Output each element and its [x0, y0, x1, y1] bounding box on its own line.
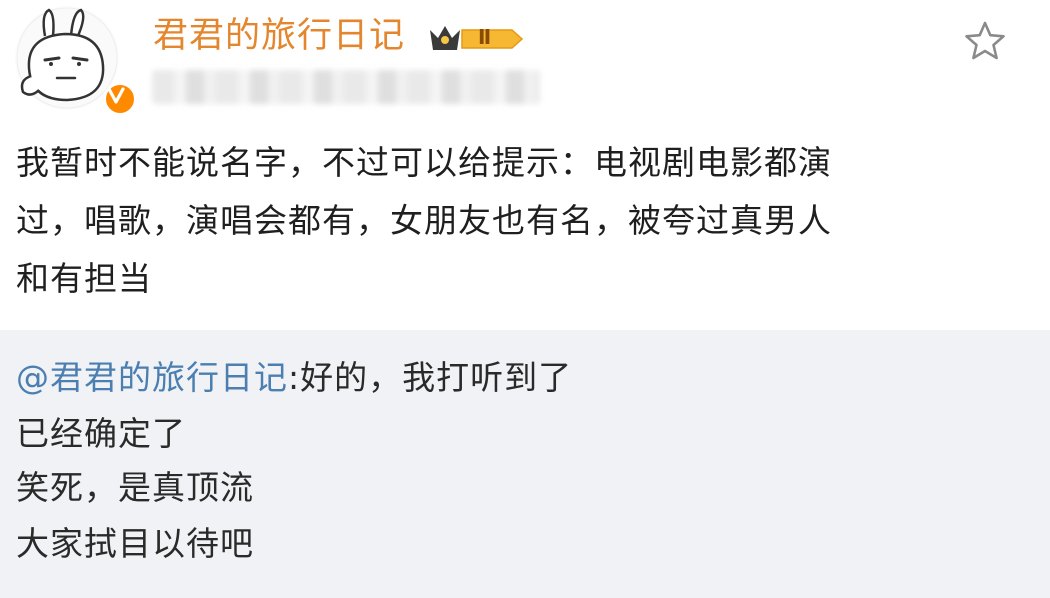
- reply-line-2: 已经确定了: [16, 414, 186, 453]
- vip-crown-badge[interactable]: Ⅱ: [428, 22, 524, 56]
- reply-quote-box: @君君的旅行日记:好的，我打听到了 已经确定了 笑死，是真顶流 大家拭目以待吧: [0, 330, 1050, 598]
- vip-level-text: Ⅱ: [478, 25, 492, 49]
- reply-line-4: 大家拭目以待吧: [16, 524, 254, 563]
- reply-line-1: @君君的旅行日记:好的，我打听到了: [16, 352, 572, 404]
- crown-icon: [430, 26, 524, 50]
- username-link[interactable]: 君君的旅行日记: [153, 12, 405, 60]
- reply-line-3: 笑死，是真顶流: [16, 468, 254, 507]
- star-outline-icon: [965, 21, 1005, 60]
- verified-badge-icon: [103, 82, 137, 116]
- favorite-button[interactable]: [962, 18, 1008, 64]
- timestamp-blurred: [152, 70, 540, 104]
- mention-link[interactable]: @君君的旅行日记: [16, 358, 288, 397]
- avatar[interactable]: [15, 6, 137, 116]
- weibo-post-card: 君君的旅行日记 Ⅱ 我暂时不能说名字，不过可以给提示：电视剧电影都演 过，唱歌，…: [0, 0, 1050, 330]
- post-text: 我暂时不能说名字，不过可以给提示：电视剧电影都演 过，唱歌，演唱会都有，女朋友也…: [16, 143, 832, 298]
- reply-line-1-text: :好的，我打听到了: [288, 358, 573, 397]
